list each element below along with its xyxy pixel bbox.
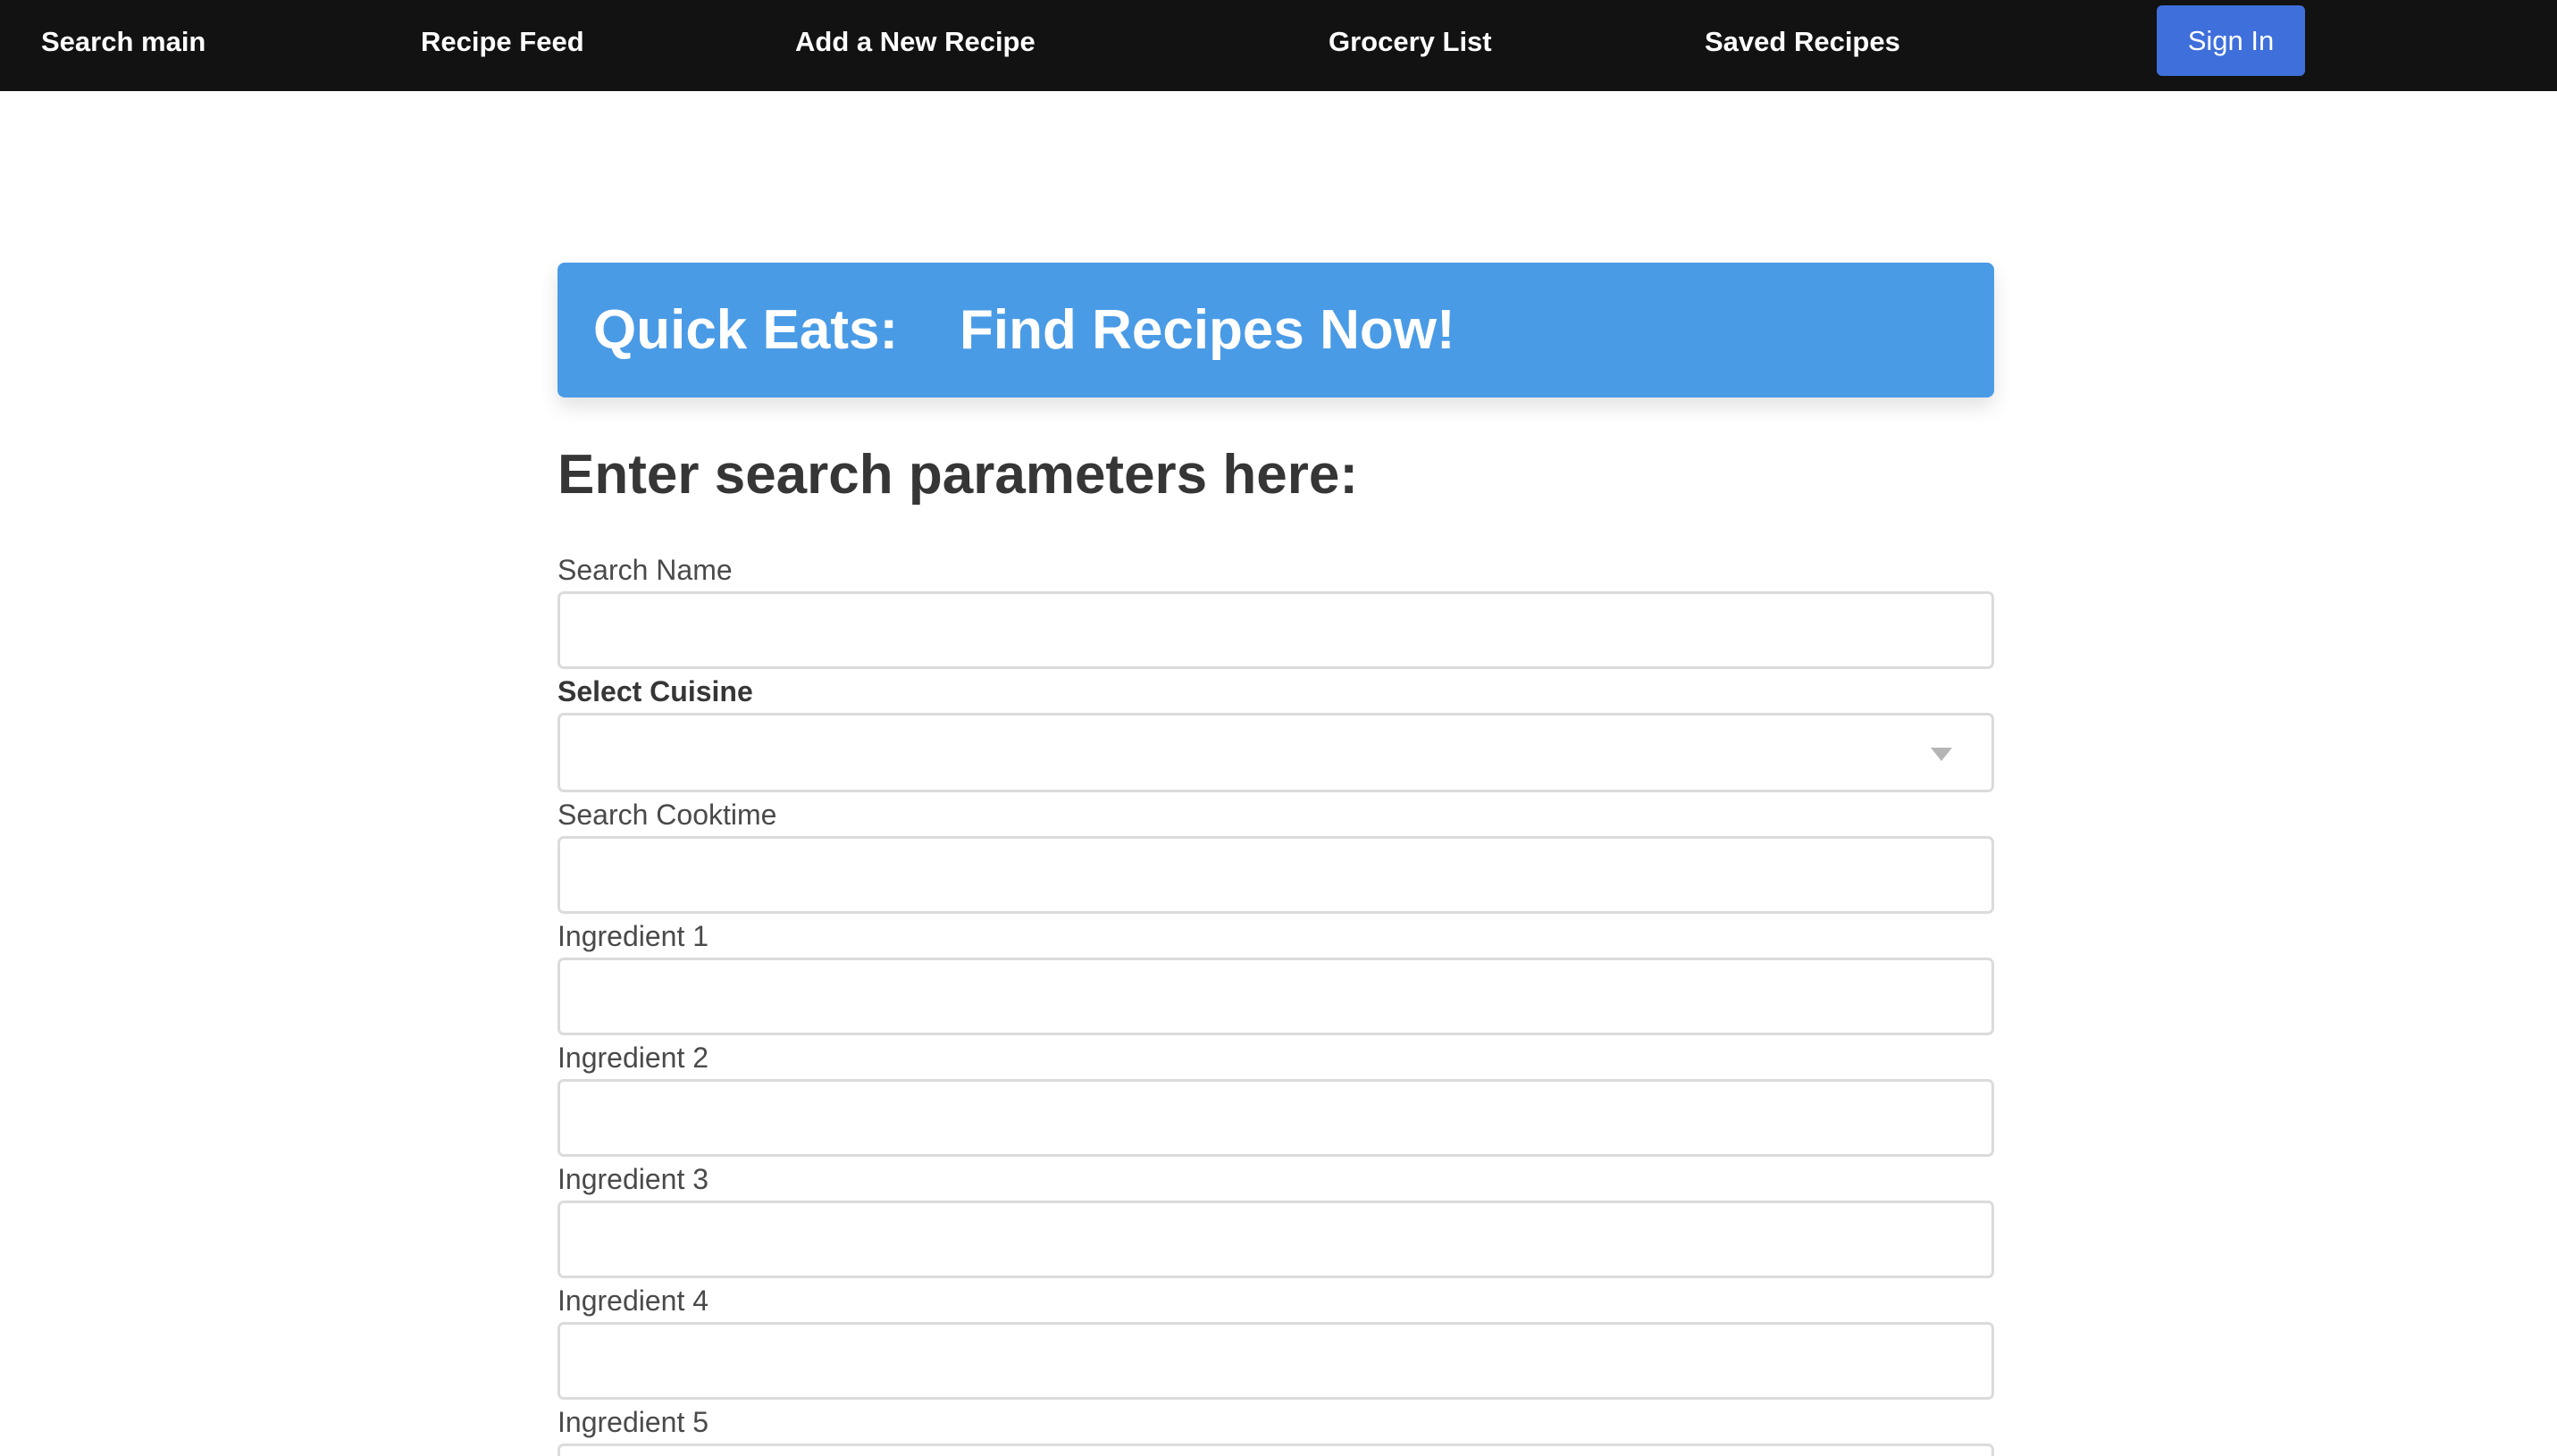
nav-link-add-recipe[interactable]: Add a New Recipe xyxy=(795,0,1035,83)
form-heading: Enter search parameters here: xyxy=(558,444,1359,506)
top-navbar: Search main Recipe Feed Add a New Recipe… xyxy=(0,0,2557,91)
ingredient-4-input[interactable] xyxy=(558,1322,1994,1400)
ingredient-3-input[interactable] xyxy=(558,1201,1994,1278)
search-name-input[interactable] xyxy=(558,591,1994,669)
cooktime-label: Search Cooktime xyxy=(558,799,777,831)
nav-link-search-main[interactable]: Search main xyxy=(41,0,205,83)
nav-link-recipe-feed[interactable]: Recipe Feed xyxy=(421,0,584,83)
cooktime-input[interactable] xyxy=(558,836,1994,914)
cuisine-label: Select Cuisine xyxy=(558,675,753,707)
ingredient-4-label: Ingredient 4 xyxy=(558,1284,709,1317)
nav-link-saved-recipes[interactable]: Saved Recipes xyxy=(1705,0,1900,83)
ingredient-1-label: Ingredient 1 xyxy=(558,920,709,952)
ingredient-1-input[interactable] xyxy=(558,958,1994,1035)
cuisine-select[interactable] xyxy=(558,713,1994,792)
banner-title: Quick Eats: Find Recipes Now! xyxy=(593,299,1455,361)
hero-banner: Quick Eats: Find Recipes Now! xyxy=(558,263,1994,397)
ingredient-2-label: Ingredient 2 xyxy=(558,1042,709,1074)
sign-in-button[interactable]: Sign In xyxy=(2157,5,2305,76)
nav-link-grocery-list[interactable]: Grocery List xyxy=(1329,0,1492,83)
ingredient-5-input[interactable] xyxy=(558,1443,1994,1456)
ingredient-5-label: Ingredient 5 xyxy=(558,1406,709,1438)
ingredient-2-input[interactable] xyxy=(558,1079,1994,1157)
chevron-down-icon xyxy=(1931,748,1952,761)
search-name-label: Search Name xyxy=(558,554,733,586)
ingredient-3-label: Ingredient 3 xyxy=(558,1163,709,1195)
